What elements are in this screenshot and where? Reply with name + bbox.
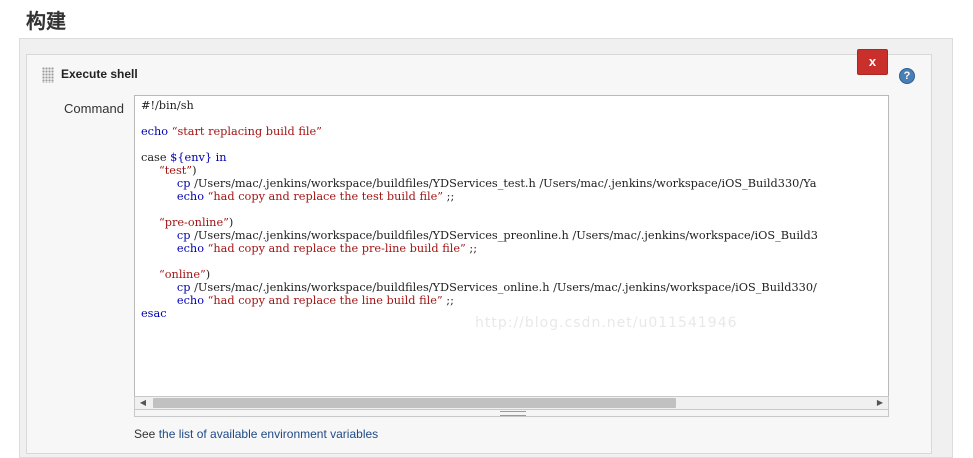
command-label: Command (64, 101, 124, 116)
step-title: Execute shell (61, 67, 138, 81)
scroll-thumb[interactable] (153, 398, 676, 408)
scroll-right-arrow-icon[interactable]: ▶ (875, 398, 885, 408)
scroll-left-arrow-icon[interactable]: ◀ (138, 398, 148, 408)
horizontal-scrollbar[interactable]: ◀ ▶ (134, 396, 889, 410)
section-title: 构建 (26, 9, 66, 33)
drag-handle-icon[interactable] (42, 67, 54, 83)
help-icon[interactable]: ? (899, 68, 915, 84)
command-code: #!/bin/sh echo “start replacing build fi… (141, 99, 818, 320)
textarea-resize-grip[interactable] (134, 410, 889, 417)
delete-step-button[interactable]: x (857, 49, 888, 75)
command-textarea[interactable]: #!/bin/sh echo “start replacing build fi… (134, 95, 889, 417)
